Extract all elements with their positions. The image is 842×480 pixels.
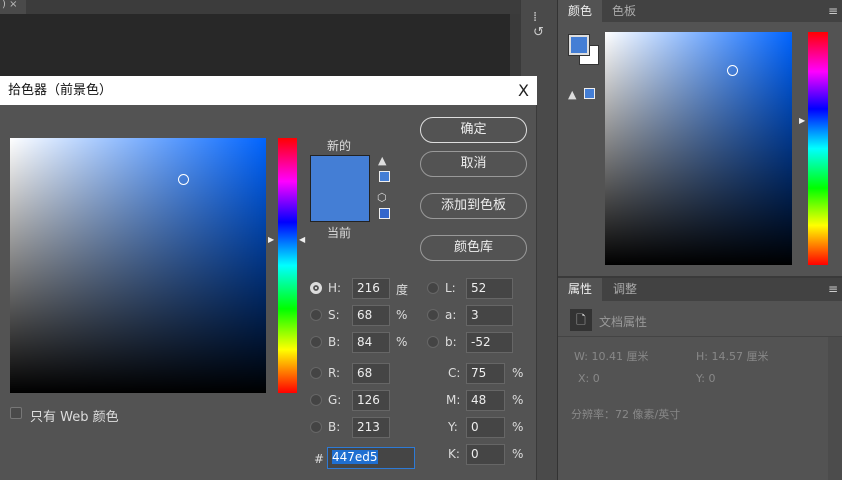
section-title: 文档属性 bbox=[599, 315, 648, 329]
properties-menu-icon[interactable]: ≡ bbox=[828, 282, 838, 296]
cyan-input[interactable]: 75 bbox=[466, 363, 505, 384]
magenta-input[interactable]: 48 bbox=[466, 390, 505, 411]
tab-adjustments[interactable]: 调整 bbox=[603, 278, 647, 301]
hex-input[interactable]: 447ed5 bbox=[327, 447, 415, 469]
document-tab-bar: ) × bbox=[0, 0, 520, 14]
hue-label: H: bbox=[328, 281, 342, 295]
yellow-label: Y: bbox=[448, 420, 458, 434]
color-picker-dialog: 拾色器（前景色） X ▶ ◀ 只有 Web 颜色 新的 当前 ▲ ⬡ 确定 取消… bbox=[0, 76, 537, 480]
green-label: G: bbox=[328, 393, 342, 407]
saturation-input[interactable]: 68 bbox=[352, 305, 390, 326]
new-color-swatch bbox=[310, 155, 370, 189]
color-panel-tabs: 颜色 色板 ≡ bbox=[558, 0, 842, 22]
hue-arrow-right[interactable]: ◀ bbox=[299, 235, 305, 244]
tab-color[interactable]: 颜色 bbox=[558, 0, 603, 22]
lab-a-label: a: bbox=[445, 308, 457, 322]
black-input[interactable]: 0 bbox=[466, 444, 505, 465]
resolution-readout: 分辨率：72 像素/英寸 bbox=[571, 408, 681, 421]
black-unit: % bbox=[512, 447, 524, 461]
panel-menu-icon[interactable]: ≡ bbox=[828, 4, 838, 18]
hue-slider-arrow[interactable]: ▶ bbox=[799, 116, 805, 125]
add-to-swatches-button[interactable]: 添加到色板 bbox=[420, 193, 527, 219]
yellow-unit: % bbox=[512, 420, 524, 434]
hue-unit: 度 bbox=[396, 283, 409, 297]
close-icon[interactable]: X bbox=[518, 76, 529, 105]
color-picker-ring[interactable] bbox=[178, 174, 189, 185]
web-only-checkbox[interactable] bbox=[10, 407, 22, 419]
color-picker-ring[interactable] bbox=[727, 65, 738, 76]
y-readout: Y: 0 bbox=[696, 372, 716, 385]
blue-input[interactable]: 213 bbox=[352, 417, 390, 438]
lab-b-label: b: bbox=[445, 335, 457, 349]
lab-l-label: L: bbox=[445, 281, 456, 295]
x-readout: X: 0 bbox=[578, 372, 600, 385]
dialog-title: 拾色器（前景色） bbox=[8, 83, 113, 98]
cyan-unit: % bbox=[512, 366, 524, 380]
web-only-label: 只有 Web 颜色 bbox=[30, 410, 119, 425]
web-safe-color-swatch[interactable] bbox=[379, 208, 390, 219]
cancel-button[interactable]: 取消 bbox=[420, 151, 527, 177]
tab-swatches[interactable]: 色板 bbox=[602, 0, 646, 22]
lab-l-input[interactable]: 52 bbox=[466, 278, 513, 299]
green-input[interactable]: 126 bbox=[352, 390, 390, 411]
new-label: 新的 bbox=[327, 139, 352, 153]
lab-a-input[interactable]: 3 bbox=[466, 305, 513, 326]
document-icon: 🗋 bbox=[570, 309, 592, 331]
lab-b-input[interactable]: -52 bbox=[466, 332, 513, 353]
hue-slider[interactable] bbox=[808, 32, 828, 265]
brightness-label: B: bbox=[328, 335, 341, 349]
brightness-radio[interactable] bbox=[310, 336, 322, 348]
ok-button[interactable]: 确定 bbox=[420, 117, 527, 143]
tab-properties[interactable]: 属性 bbox=[558, 278, 603, 301]
black-label: K: bbox=[448, 447, 460, 461]
saturation-label: S: bbox=[328, 308, 340, 322]
hue-input[interactable]: 216 bbox=[352, 278, 390, 299]
history-icon[interactable]: ⁞↺ bbox=[533, 10, 547, 40]
lab-l-radio[interactable] bbox=[427, 282, 439, 294]
magenta-label: M: bbox=[446, 393, 461, 407]
hue-radio[interactable] bbox=[310, 282, 322, 294]
lab-a-radio[interactable] bbox=[427, 309, 439, 321]
gamut-warning-icon: ▲ bbox=[568, 88, 577, 101]
brightness-input[interactable]: 84 bbox=[352, 332, 390, 353]
document-tab[interactable]: ) × bbox=[0, 0, 26, 14]
document-canvas-area bbox=[0, 14, 510, 76]
hue-arrow-left[interactable]: ▶ bbox=[268, 235, 274, 244]
divider bbox=[558, 336, 842, 337]
properties-tabs: 属性 调整 ≡ bbox=[558, 276, 842, 301]
blue-label: B: bbox=[328, 420, 341, 434]
current-label: 当前 bbox=[327, 226, 352, 240]
web-safe-cube-icon[interactable]: ⬡ bbox=[377, 191, 387, 204]
blue-radio[interactable] bbox=[310, 421, 322, 433]
red-radio[interactable] bbox=[310, 367, 322, 379]
gamut-color-swatch[interactable] bbox=[379, 171, 390, 182]
red-input[interactable]: 68 bbox=[352, 363, 390, 384]
brightness-unit: % bbox=[396, 335, 408, 349]
lab-b-radio[interactable] bbox=[427, 336, 439, 348]
cyan-label: C: bbox=[448, 366, 461, 380]
hue-slider[interactable] bbox=[278, 138, 297, 393]
yellow-input[interactable]: 0 bbox=[466, 417, 505, 438]
saturation-radio[interactable] bbox=[310, 309, 322, 321]
current-color-swatch[interactable] bbox=[310, 189, 370, 222]
height-readout: H: 14.57 厘米 bbox=[696, 350, 769, 363]
hex-value: 447ed5 bbox=[332, 450, 378, 464]
green-radio[interactable] bbox=[310, 394, 322, 406]
document-scrollbar[interactable] bbox=[510, 14, 520, 76]
saturation-unit: % bbox=[396, 308, 408, 322]
color-libraries-button[interactable]: 颜色库 bbox=[420, 235, 527, 261]
magenta-unit: % bbox=[512, 393, 524, 407]
tab-close-icon[interactable]: × bbox=[9, 0, 17, 10]
properties-scrollbar[interactable] bbox=[828, 337, 842, 480]
gamut-swatch[interactable] bbox=[584, 88, 595, 99]
color-field[interactable] bbox=[605, 32, 792, 265]
hex-label: # bbox=[314, 452, 325, 466]
gamut-warning-icon[interactable]: ▲ bbox=[378, 154, 386, 167]
saturation-brightness-field[interactable] bbox=[10, 138, 266, 393]
dialog-title-bar: 拾色器（前景色） X bbox=[0, 76, 537, 105]
color-panel: 颜色 色板 ≡ ▲ ▶ 属性 调整 ≡ 🗋 文档属性 W: 10.41 厘米 H… bbox=[558, 0, 842, 480]
foreground-color-swatch[interactable] bbox=[568, 34, 590, 56]
red-label: R: bbox=[328, 366, 341, 380]
width-readout: W: 10.41 厘米 bbox=[574, 350, 649, 363]
